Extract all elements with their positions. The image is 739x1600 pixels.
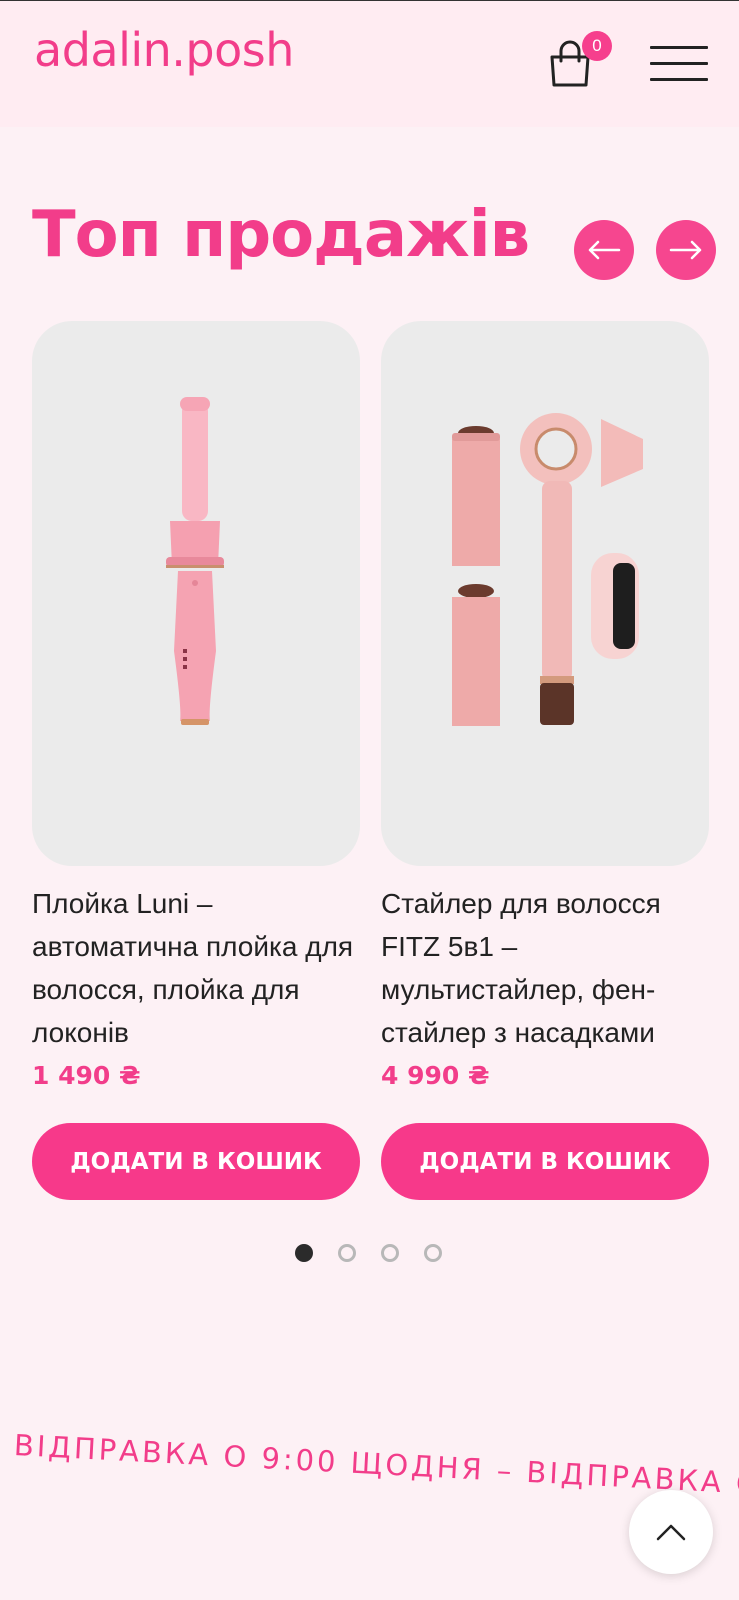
- pagination-dot-4[interactable]: [424, 1244, 442, 1262]
- add-to-cart-button[interactable]: ДОДАТИ В КОШИК: [32, 1123, 360, 1200]
- logo[interactable]: adalin.posh: [34, 23, 294, 77]
- hamburger-icon[interactable]: [650, 46, 708, 82]
- cart-count-badge[interactable]: 0: [582, 31, 612, 61]
- product-card[interactable]: Стайлер для волосся FITZ 5в1 – мультиста…: [381, 321, 709, 1200]
- product-name[interactable]: Стайлер для волосся FITZ 5в1 – мультиста…: [381, 882, 709, 1054]
- chevron-up-icon: [656, 1524, 686, 1541]
- hair-curler-image: [166, 397, 224, 725]
- arrow-left-icon: [588, 240, 621, 260]
- carousel-next-button[interactable]: [656, 220, 716, 280]
- product-price: 4 990 ₴: [381, 1061, 490, 1090]
- product-image[interactable]: [32, 321, 360, 866]
- carousel-prev-button[interactable]: [574, 220, 634, 280]
- shipping-marquee: ВІДПРАВКА О 9:00 ЩОДНЯ – ВІДПРАВКА О: [13, 1428, 739, 1502]
- pagination-dot-2[interactable]: [338, 1244, 356, 1262]
- product-card[interactable]: Плойка Luni – автоматична плойка для вол…: [32, 321, 360, 1200]
- site-header: adalin.posh 0: [0, 0, 739, 127]
- section-title: Топ продажів: [32, 198, 530, 272]
- product-price: 1 490 ₴: [32, 1061, 141, 1090]
- pagination-dot-1[interactable]: [295, 1244, 313, 1262]
- hair-styler-set-image: [452, 413, 643, 726]
- arrow-right-icon: [669, 240, 702, 260]
- product-name[interactable]: Плойка Luni – автоматична плойка для вол…: [32, 882, 360, 1054]
- pagination-dot-3[interactable]: [381, 1244, 399, 1262]
- add-to-cart-button[interactable]: ДОДАТИ В КОШИК: [381, 1123, 709, 1200]
- scroll-to-top-button[interactable]: [629, 1490, 713, 1574]
- product-image[interactable]: [381, 321, 709, 866]
